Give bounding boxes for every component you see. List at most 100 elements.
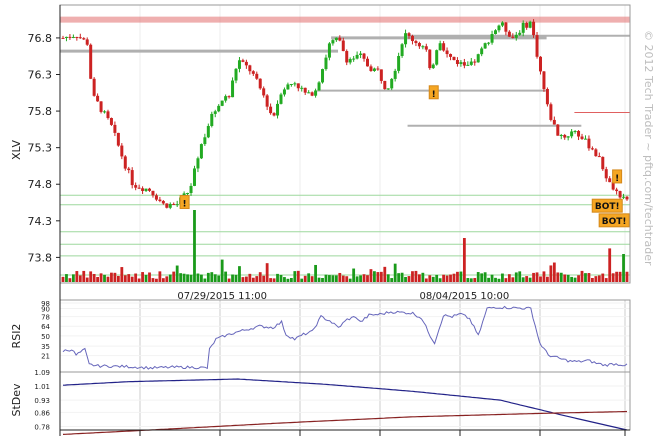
volume-bar — [601, 273, 605, 282]
candle-down — [61, 37, 65, 39]
volume-bar — [414, 270, 418, 282]
candle-up — [490, 34, 494, 43]
candle-down — [255, 73, 259, 79]
volume-bar — [580, 270, 584, 282]
volume-bar — [597, 275, 601, 282]
candle-down — [369, 66, 373, 71]
candle-down — [272, 113, 276, 116]
candle-up — [186, 193, 190, 195]
rsi-layer — [62, 305, 628, 370]
candle-down — [525, 22, 529, 28]
candle-down — [383, 80, 387, 90]
volume-bar — [331, 275, 335, 282]
volume-bar — [535, 272, 539, 282]
candle-up — [189, 185, 193, 194]
candle-down — [618, 191, 622, 198]
candle-up — [397, 55, 401, 71]
candle-up — [500, 22, 504, 26]
candle-up — [483, 43, 487, 49]
volume-bar — [386, 274, 390, 282]
candle-up — [438, 43, 442, 51]
volume-bar — [203, 278, 207, 282]
candle-up — [480, 48, 484, 55]
candle-down — [549, 104, 553, 120]
volume-bar — [397, 273, 401, 282]
volume-bar — [103, 274, 106, 282]
volume-bar — [570, 276, 574, 282]
volume-bar — [428, 275, 432, 282]
candle-up — [583, 138, 587, 140]
volume-bar — [189, 274, 193, 282]
stdev-y-tick-label: 1.09 — [34, 369, 50, 377]
volume-bar — [123, 275, 127, 282]
candle-down — [455, 59, 459, 65]
candle-up — [393, 70, 397, 79]
volume-bar — [369, 269, 373, 282]
candle-up — [459, 62, 463, 65]
volume-bar — [165, 276, 169, 282]
candle-up — [514, 34, 518, 38]
candle-up — [521, 22, 525, 33]
candle-up — [573, 131, 577, 133]
candle-down — [262, 88, 266, 96]
volume-bar — [148, 272, 151, 282]
candle-up — [103, 111, 107, 113]
volume-bar — [390, 278, 394, 282]
volume-bar — [293, 271, 297, 282]
volume-bar — [487, 277, 490, 282]
candle-down — [563, 135, 567, 138]
candle-down — [68, 36, 72, 38]
volume-bar — [161, 278, 165, 282]
volume-bar — [238, 266, 241, 282]
volume-bar — [611, 273, 615, 282]
candle-down — [535, 35, 539, 57]
volume-bar — [241, 277, 245, 282]
volume-bar — [511, 277, 515, 282]
candle-up — [327, 43, 331, 58]
rsi-y-tick-label: 35 — [41, 343, 50, 351]
volume-bar — [456, 271, 459, 282]
volume-bar — [528, 277, 532, 282]
volume-bar — [338, 272, 342, 282]
volume-bar — [507, 274, 511, 282]
grid-layer — [60, 5, 630, 430]
volume-bar — [92, 273, 96, 282]
volume-bar — [200, 274, 203, 282]
stock-chart: !!! BOT! BOT! 73.8 74.3 74.8 75.3 75.8 76.3 76.8… — [10, 4, 655, 436]
candle-up — [487, 42, 491, 44]
price-y-tick-label: 74.3 — [28, 215, 53, 228]
stdev-y-tick-label: 0.86 — [34, 409, 50, 417]
candles-layer — [61, 19, 629, 210]
candle-up — [71, 36, 75, 38]
volume-bar — [480, 273, 484, 282]
volume-bar — [144, 274, 148, 282]
candle-down — [449, 54, 453, 57]
price-y-tick-label: 74.8 — [28, 178, 53, 191]
volume-bar — [462, 238, 466, 282]
volume-bar — [251, 277, 255, 282]
volume-bar — [539, 276, 542, 282]
candle-down — [556, 124, 560, 136]
candle-down — [109, 118, 113, 125]
volume-bar — [134, 273, 138, 282]
candle-down — [504, 22, 508, 32]
volume-bar — [366, 275, 369, 282]
volume-bar — [82, 270, 86, 282]
volume-bar — [96, 277, 100, 282]
candle-up — [359, 53, 363, 55]
volume-bar — [622, 254, 625, 282]
volume-bar — [137, 278, 141, 282]
candle-down — [452, 56, 456, 60]
volume-bar — [168, 274, 172, 282]
price-y-tick-label: 75.8 — [28, 105, 53, 118]
candle-up — [372, 68, 376, 71]
warning-marker-label: ! — [183, 200, 187, 210]
price-y-tick-label: 73.8 — [28, 251, 53, 264]
candle-down — [376, 68, 380, 70]
volume-bar — [324, 274, 328, 282]
candle-up — [144, 188, 148, 191]
candle-down — [92, 78, 96, 96]
candle-down — [417, 43, 421, 47]
candle-up — [321, 69, 325, 83]
warning-marker-label: ! — [615, 174, 619, 184]
